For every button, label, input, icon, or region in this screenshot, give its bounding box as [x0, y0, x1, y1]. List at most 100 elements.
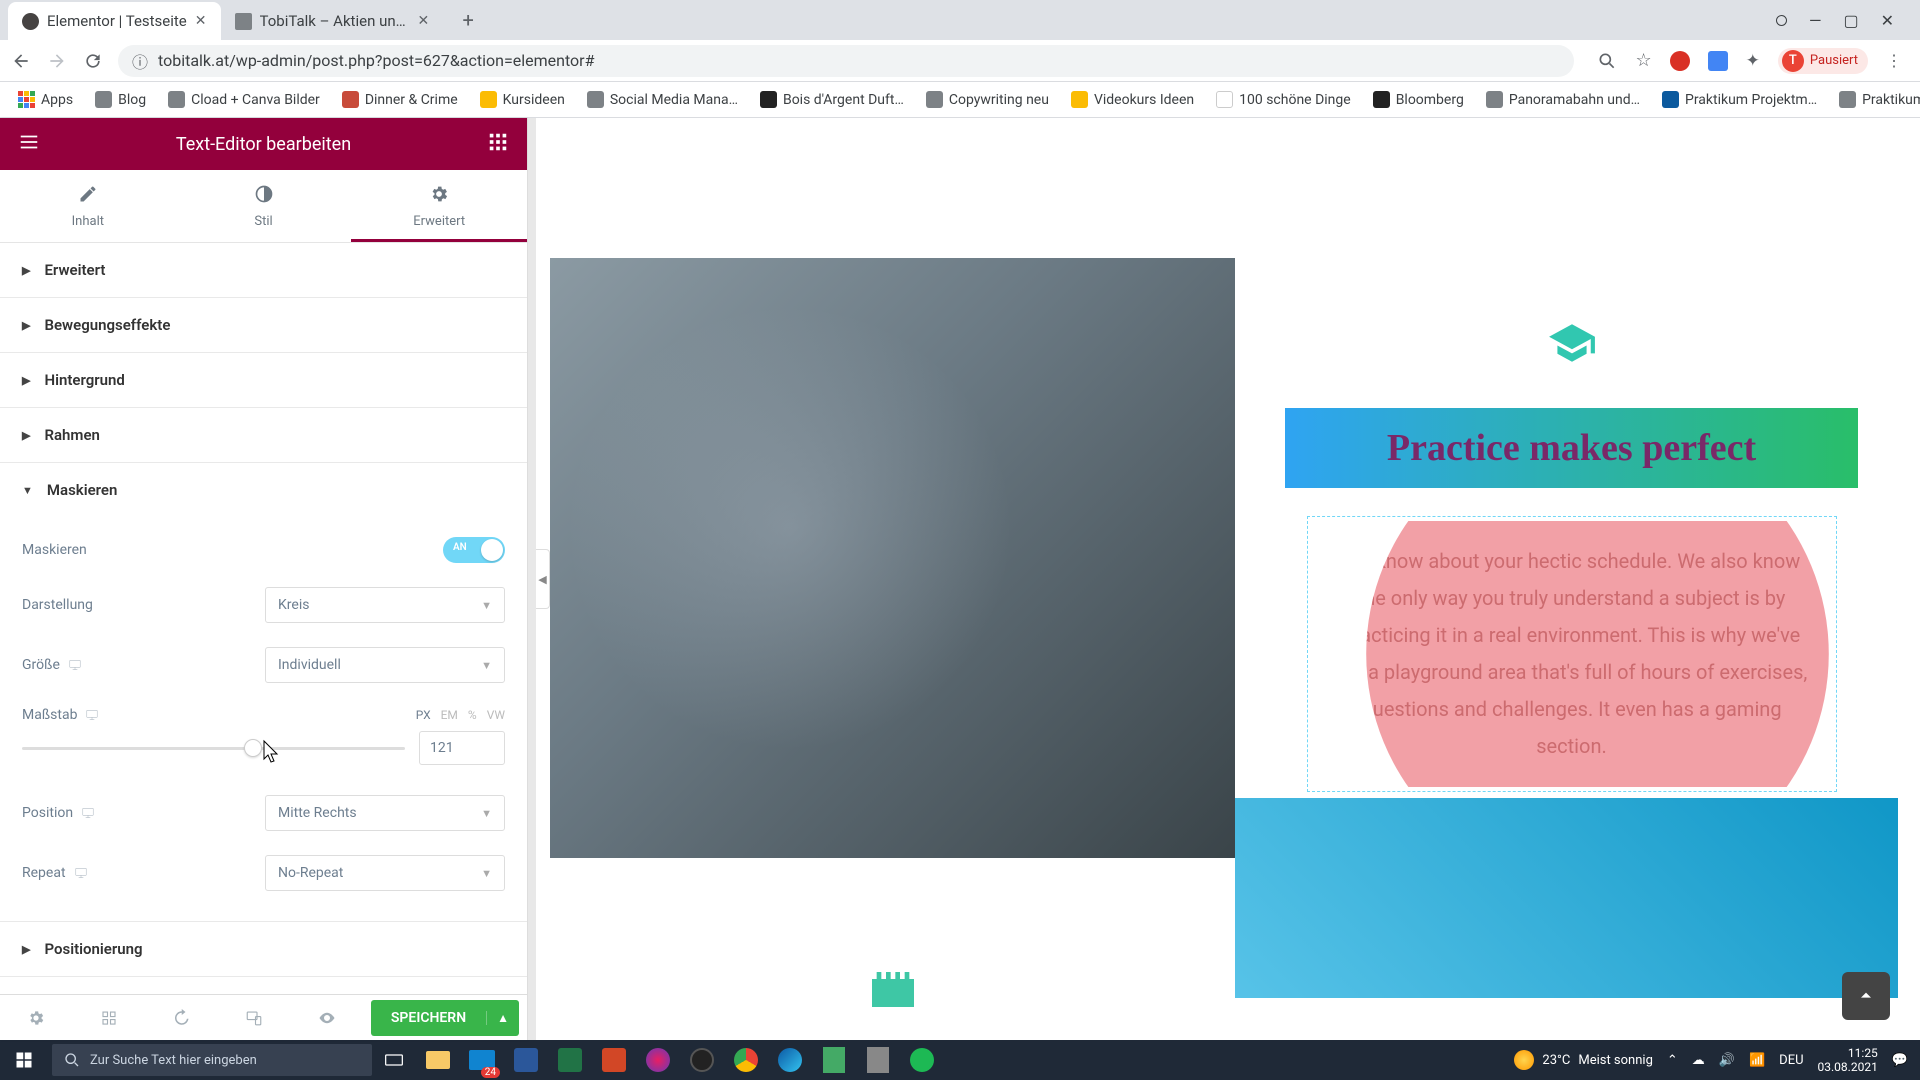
bookmark[interactable]: Blog: [87, 87, 154, 112]
position-select[interactable]: Mitte Rechts▼: [265, 795, 505, 831]
back-button[interactable]: [10, 50, 32, 72]
unit-vw[interactable]: VW: [487, 708, 505, 722]
browser-tab-0[interactable]: Elementor | Testseite✕: [8, 2, 221, 40]
excel-button[interactable]: [548, 1040, 592, 1080]
section-background[interactable]: ▶Hintergrund: [0, 353, 527, 407]
collapse-panel-button[interactable]: ◀: [536, 549, 550, 609]
desktop-icon[interactable]: [68, 658, 82, 672]
slider-thumb[interactable]: [244, 739, 262, 757]
bookmark[interactable]: Social Media Mana…: [579, 87, 746, 112]
save-button[interactable]: SPEICHERN▲: [371, 1000, 519, 1036]
save-options[interactable]: ▲: [486, 1011, 519, 1025]
clock[interactable]: 11:2503.08.2021: [1818, 1046, 1878, 1075]
section-motion[interactable]: ▶Bewegungseffekte: [0, 298, 527, 352]
word-button[interactable]: [504, 1040, 548, 1080]
explorer-button[interactable]: [416, 1040, 460, 1080]
section-mask[interactable]: ▼Maskieren: [0, 463, 527, 517]
profile-badge[interactable]: TPausiert: [1778, 48, 1868, 74]
desktop-icon[interactable]: [85, 708, 99, 722]
spotify-button[interactable]: [900, 1040, 944, 1080]
mask-toggle[interactable]: AN: [443, 537, 505, 563]
scale-slider[interactable]: [22, 747, 405, 750]
new-tab-button[interactable]: +: [451, 3, 485, 37]
section-advanced[interactable]: ▶Erweitert: [0, 243, 527, 297]
maximize-icon[interactable]: ▢: [1843, 11, 1858, 30]
unit-pct[interactable]: %: [468, 708, 477, 722]
obs-button[interactable]: [680, 1040, 724, 1080]
repeat-select[interactable]: No-Repeat▼: [265, 855, 505, 891]
unit-px[interactable]: PX: [416, 708, 431, 722]
section-positioning[interactable]: ▶Positionierung: [0, 922, 527, 976]
size-select[interactable]: Individuell▼: [265, 647, 505, 683]
bookmark[interactable]: Cload + Canva Bilder: [160, 87, 328, 112]
task-view-button[interactable]: [372, 1040, 416, 1080]
app-button[interactable]: [856, 1040, 900, 1080]
tab-advanced[interactable]: Erweitert: [351, 170, 527, 242]
apps-button[interactable]: Apps: [10, 87, 81, 112]
bookmark[interactable]: Praktikum WU: [1831, 87, 1920, 112]
menu-icon[interactable]: ⋮: [1886, 51, 1902, 70]
edge-button[interactable]: [768, 1040, 812, 1080]
volume-icon[interactable]: 🔊: [1719, 1053, 1735, 1068]
mail-button[interactable]: 24: [460, 1040, 504, 1080]
tab-style[interactable]: Stil: [176, 170, 352, 242]
star-icon[interactable]: ☆: [1636, 50, 1652, 71]
close-window-icon[interactable]: ✕: [1881, 11, 1894, 30]
section-border[interactable]: ▶Rahmen: [0, 408, 527, 462]
navigator-button[interactable]: [73, 995, 146, 1040]
extension-icon[interactable]: [1708, 51, 1728, 71]
bookmark[interactable]: Dinner & Crime: [334, 87, 466, 112]
close-icon[interactable]: ✕: [195, 13, 207, 29]
weather-widget[interactable]: 23°CMeist sonnig: [1514, 1050, 1652, 1070]
powerpoint-button[interactable]: [592, 1040, 636, 1080]
widgets-button[interactable]: [481, 125, 515, 163]
start-button[interactable]: [0, 1040, 48, 1080]
bookmark[interactable]: Kursideen: [472, 87, 573, 112]
desktop-icon[interactable]: [74, 866, 88, 880]
scale-input[interactable]: [419, 731, 505, 765]
settings-button[interactable]: [0, 995, 73, 1040]
shape-select[interactable]: Kreis▼: [265, 587, 505, 623]
app-button[interactable]: [636, 1040, 680, 1080]
extensions-button[interactable]: ✦: [1746, 51, 1760, 71]
menu-button[interactable]: [12, 125, 46, 163]
forward-button[interactable]: [46, 50, 68, 72]
chrome-button[interactable]: [724, 1040, 768, 1080]
wifi-icon[interactable]: 📶: [1749, 1053, 1765, 1068]
bookmark[interactable]: Panoramabahn und…: [1478, 87, 1648, 112]
notifications-button[interactable]: 💬: [1892, 1053, 1908, 1068]
bookmark[interactable]: Copywriting neu: [918, 87, 1057, 112]
url-input[interactable]: ⓘtobitalk.at/wp-admin/post.php?post=627&…: [118, 45, 1574, 77]
bookmark[interactable]: 100 schöne Dinge: [1208, 87, 1359, 112]
lang-indicator[interactable]: DEU: [1779, 1053, 1803, 1068]
bookmark[interactable]: Bois d'Argent Duft…: [752, 87, 912, 112]
taskbar-search[interactable]: Zur Suche Text hier eingeben: [52, 1044, 372, 1076]
unit-switcher[interactable]: PX EM% VW: [416, 708, 505, 722]
section-responsive[interactable]: ▶Responsiv: [0, 977, 527, 994]
heading-widget[interactable]: Practice makes perfect: [1285, 408, 1858, 488]
desktop-icon[interactable]: [81, 806, 95, 820]
reload-button[interactable]: [82, 50, 104, 72]
tab-content[interactable]: Inhalt: [0, 170, 176, 242]
minimize-icon[interactable]: —: [1809, 11, 1822, 30]
onedrive-icon[interactable]: ☁: [1692, 1053, 1705, 1068]
zoom-icon[interactable]: [1596, 50, 1618, 72]
bookmark[interactable]: Videokurs Ideen: [1063, 87, 1202, 112]
panel-scrollbar[interactable]: [528, 118, 536, 1040]
bookmark[interactable]: Bloomberg: [1365, 87, 1472, 112]
responsive-button[interactable]: [218, 995, 291, 1040]
tray-chevron[interactable]: ⌃: [1667, 1053, 1678, 1068]
extension-icon[interactable]: [1670, 51, 1690, 71]
text-widget-selected[interactable]: We know about your hectic schedule. We a…: [1307, 516, 1837, 792]
unit-em[interactable]: EM: [441, 708, 458, 722]
bookmark[interactable]: Praktikum Projektm…: [1654, 87, 1825, 112]
preview-button[interactable]: [290, 995, 363, 1040]
close-icon[interactable]: ✕: [418, 13, 430, 29]
app-button[interactable]: [812, 1040, 856, 1080]
record-icon[interactable]: [1776, 15, 1787, 26]
history-button[interactable]: [145, 995, 218, 1040]
secondary-image[interactable]: [1235, 798, 1898, 998]
browser-tab-1[interactable]: TobiTalk – Aktien und persönlich…✕: [221, 2, 444, 40]
scroll-top-button[interactable]: [1842, 972, 1890, 1020]
hero-image[interactable]: [550, 258, 1235, 858]
